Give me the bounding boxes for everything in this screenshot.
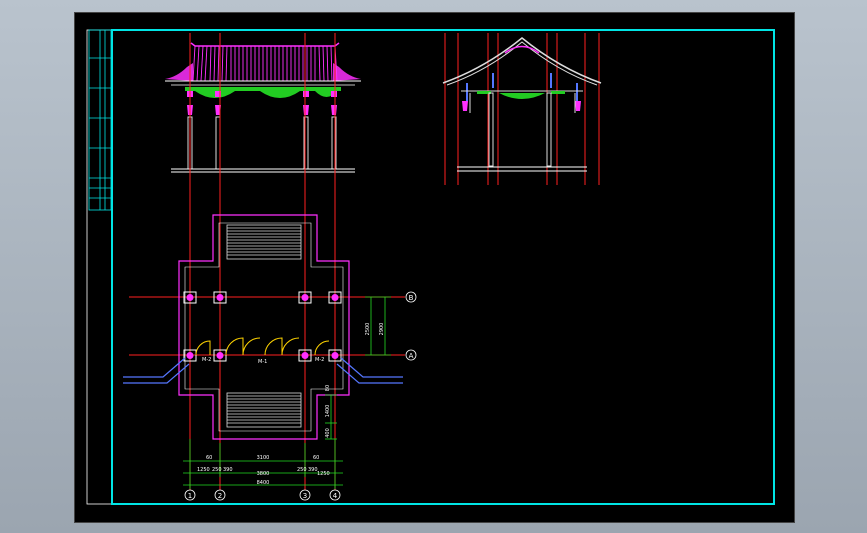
door-label-center: M-1 [258, 359, 267, 365]
floor-plan [123, 33, 417, 501]
dim-250-right: 250 [297, 467, 307, 473]
dim-2500: 2500 [365, 323, 371, 336]
stairs-top [226, 224, 302, 260]
dim-2900: 2900 [379, 323, 385, 336]
dim-1250-right: 1250 [317, 471, 330, 477]
axis-label-a: A [409, 352, 414, 360]
side-elevation [442, 33, 602, 185]
title-block [88, 29, 112, 211]
axis-label-b: B [409, 294, 414, 302]
dim-1400: 1400 [325, 405, 331, 418]
dim-3100: 3100 [257, 455, 270, 461]
axis-label-1: 1 [188, 492, 192, 500]
dim-400: 400 [325, 428, 331, 438]
dim-60-left: 60 [206, 455, 212, 461]
door-label-right: M-2 [315, 357, 324, 363]
dim-1250-left: 1250 [197, 467, 210, 473]
dim-60-right: 60 [313, 455, 319, 461]
axis-label-4: 4 [333, 492, 338, 500]
axis-label-3: 3 [303, 492, 307, 500]
dim-250-left: 250 [212, 467, 222, 473]
dim-390-left: 390 [223, 467, 233, 473]
door-swings [195, 337, 330, 356]
dim-3800: 3800 [257, 471, 270, 477]
door-label-left: M-2 [202, 357, 211, 363]
cad-drawing-canvas: 1 2 3 4 B A M-2 M-1 M-2 60 250 3100 250 … [86, 29, 775, 505]
dim-8400-total: 8400 [257, 480, 270, 486]
front-elevation [165, 42, 361, 173]
dim-80: 80 [325, 385, 331, 391]
axis-label-2: 2 [218, 492, 222, 500]
stairs-bottom [226, 392, 302, 428]
drawing-sheet: 1 2 3 4 B A M-2 M-1 M-2 60 250 3100 250 … [74, 12, 795, 523]
